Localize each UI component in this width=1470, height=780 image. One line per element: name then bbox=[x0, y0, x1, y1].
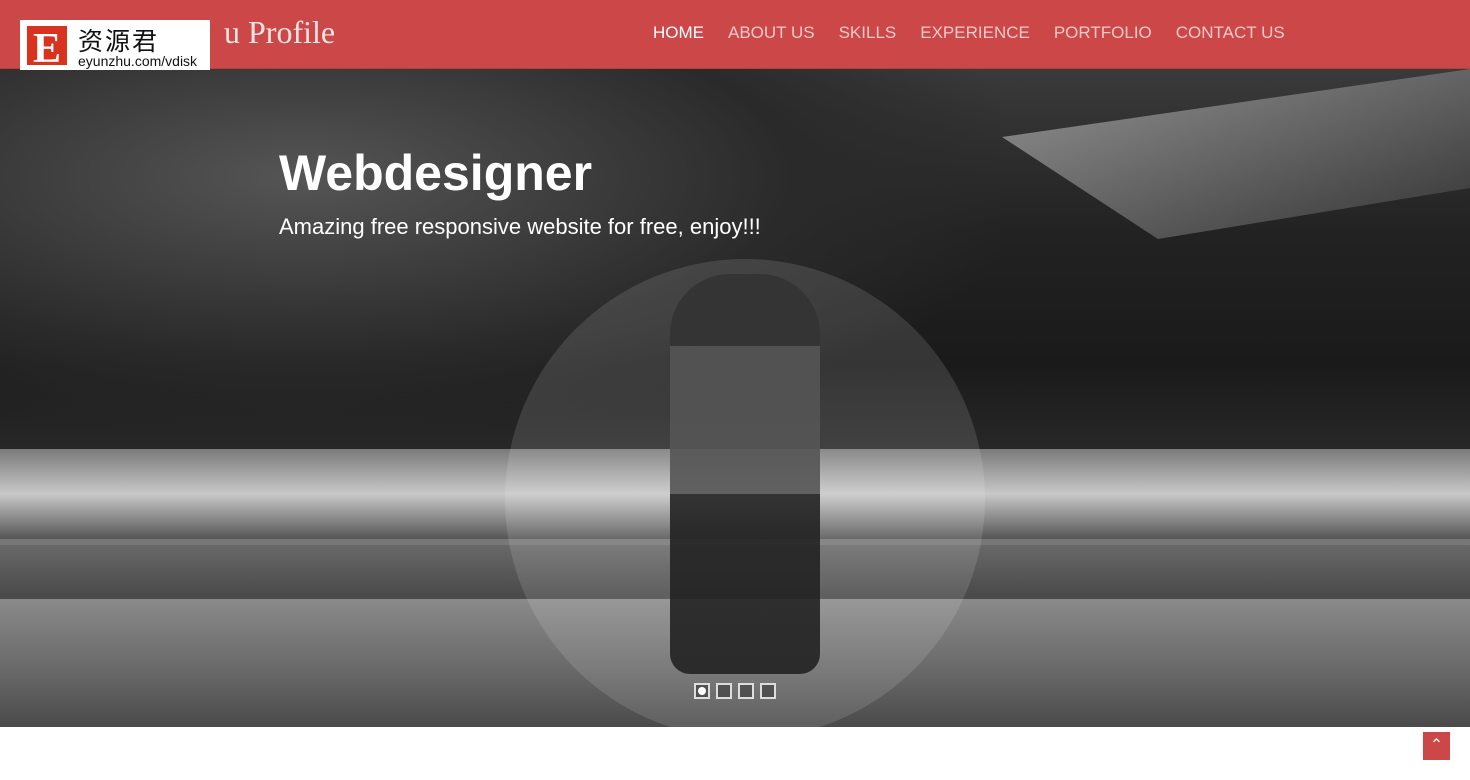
slide-dot-1[interactable] bbox=[694, 683, 710, 699]
slider-pagination bbox=[694, 683, 776, 699]
slide-dot-4[interactable] bbox=[760, 683, 776, 699]
nav-contact-us[interactable]: CONTACT US bbox=[1164, 23, 1297, 43]
chevron-up-icon: ⌃ bbox=[1429, 737, 1444, 754]
nav-about-us[interactable]: ABOUT US bbox=[716, 23, 827, 43]
hero-title: Webdesigner bbox=[279, 145, 593, 201]
watermark-logo: E 资源君 eyunzhu.com/vdisk bbox=[20, 20, 210, 72]
slide-dot-3[interactable] bbox=[738, 683, 754, 699]
site-brand[interactable]: u Profile bbox=[224, 14, 335, 51]
watermark-e-logo: E bbox=[24, 23, 70, 72]
nav-home[interactable]: HOME bbox=[641, 23, 716, 43]
nav-skills[interactable]: SKILLS bbox=[827, 23, 909, 43]
watermark-url: eyunzhu.com/vdisk bbox=[78, 53, 198, 69]
scroll-top-button[interactable]: ⌃ bbox=[1423, 732, 1450, 760]
nav-experience[interactable]: EXPERIENCE bbox=[908, 23, 1042, 43]
hero-person-image bbox=[670, 274, 820, 674]
hero-bridge bbox=[1002, 69, 1470, 239]
hero-subtitle: Amazing free responsive website for free… bbox=[279, 214, 761, 239]
nav-menu: HOME ABOUT US SKILLS EXPERIENCE PORTFOLI… bbox=[641, 23, 1297, 43]
nav-portfolio[interactable]: PORTFOLIO bbox=[1042, 23, 1164, 43]
hero-slider: Webdesigner Amazing free responsive webs… bbox=[0, 69, 1470, 727]
navbar: u Profile HOME ABOUT US SKILLS EXPERIENC… bbox=[0, 0, 1470, 69]
slide-dot-2[interactable] bbox=[716, 683, 732, 699]
